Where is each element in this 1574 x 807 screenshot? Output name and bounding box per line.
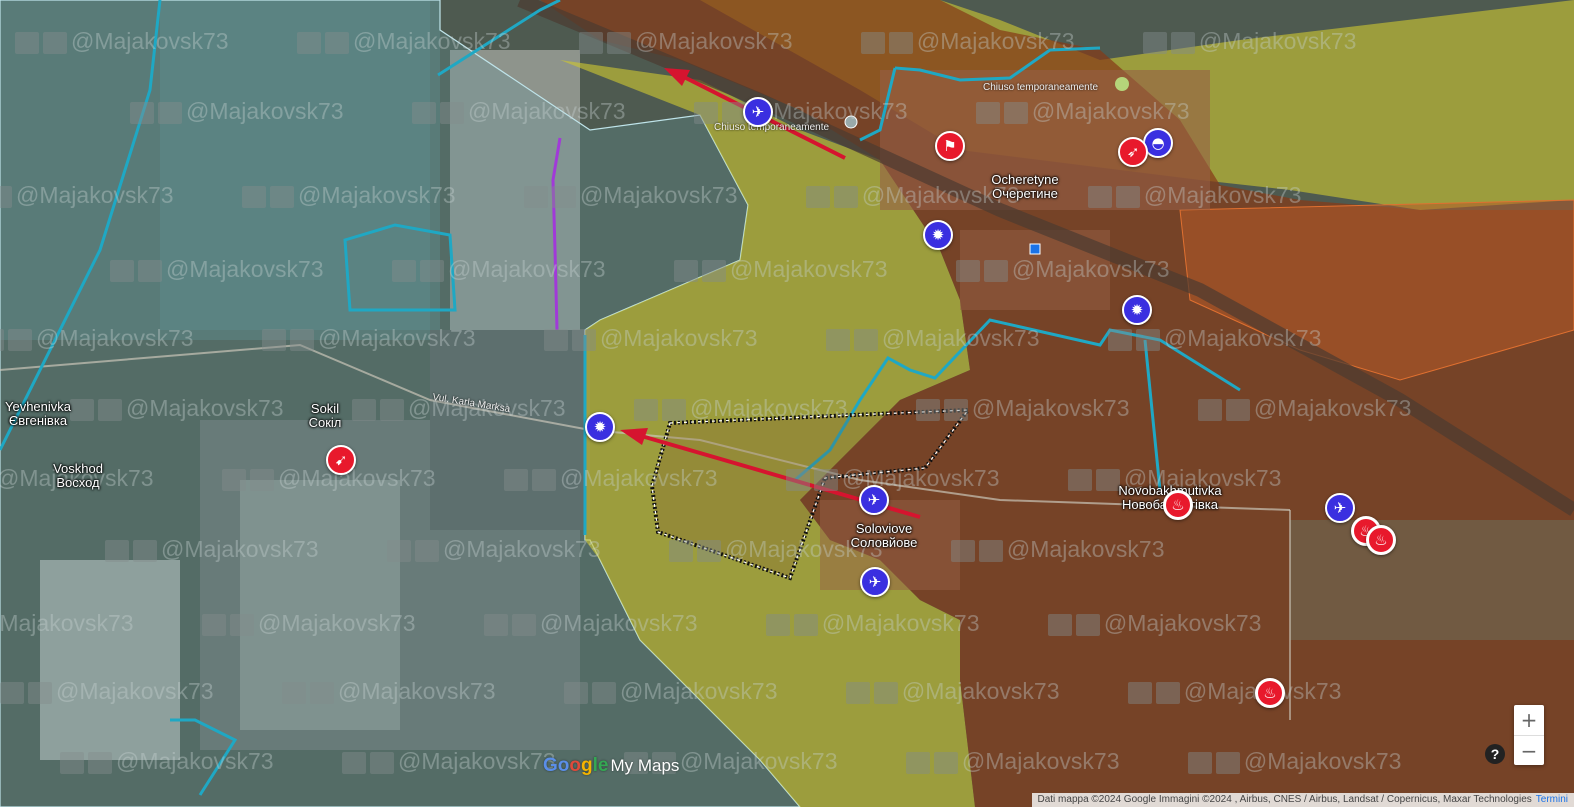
zoom-out-button[interactable]: − <box>1514 735 1544 766</box>
landmark-dot <box>844 115 858 129</box>
map-canvas[interactable]: @Majakovsk73 @Majakovsk73 @Majakovsk73 @… <box>0 0 1574 807</box>
place-ocheretyne: Ocheretyne Очеретине <box>991 172 1059 201</box>
drone-strike-icon[interactable]: ✈ <box>1325 493 1355 523</box>
terms-link[interactable]: Termini <box>1536 794 1568 805</box>
zoom-in-button[interactable]: + <box>1514 705 1544 735</box>
map-attribution: Dati mappa ©2024 Google Immagini ©2024 ,… <box>1031 793 1574 807</box>
explosion-icon[interactable]: ✹ <box>585 412 615 442</box>
place-voskhod: Voskhod Восход <box>53 461 103 490</box>
field-east <box>1290 520 1574 640</box>
burning-tank-icon[interactable]: ♨ <box>1366 525 1396 555</box>
explosion-icon[interactable]: ✹ <box>923 220 953 250</box>
explosion-icon[interactable]: ✹ <box>1122 295 1152 325</box>
flag-icon[interactable]: ⚑ <box>935 131 965 161</box>
attribution-text: Dati mappa ©2024 Google Immagini ©2024 ,… <box>1037 794 1532 805</box>
google-my-maps-logo: Google My Maps <box>543 755 680 776</box>
place-sokil: Sokil Сокіл <box>308 401 342 430</box>
road-label-closed: Chiuso temporaneamente <box>983 82 1099 93</box>
zoom-control: + − <box>1514 705 1544 765</box>
drone-strike-icon[interactable]: ✈ <box>860 567 890 597</box>
missile-icon[interactable]: ➹ <box>326 445 356 475</box>
place-yevhenivka: Yevhenivka Євгенівка <box>4 399 72 428</box>
burning-tank-icon[interactable]: ♨ <box>1163 490 1193 520</box>
drone-strike-icon[interactable]: ✈ <box>743 97 773 127</box>
place-soloviove: Soloviove Соловйове <box>850 521 918 550</box>
artillery-icon[interactable]: ➶ <box>1118 137 1148 167</box>
station-icon <box>1029 243 1041 255</box>
park-dot <box>1115 77 1129 91</box>
road-label-closed: Chiuso temporaneamente <box>714 122 830 133</box>
drone-strike-icon[interactable]: ✈ <box>859 485 889 515</box>
burning-tank-icon[interactable]: ♨ <box>1255 678 1285 708</box>
help-button[interactable]: ? <box>1485 744 1505 764</box>
